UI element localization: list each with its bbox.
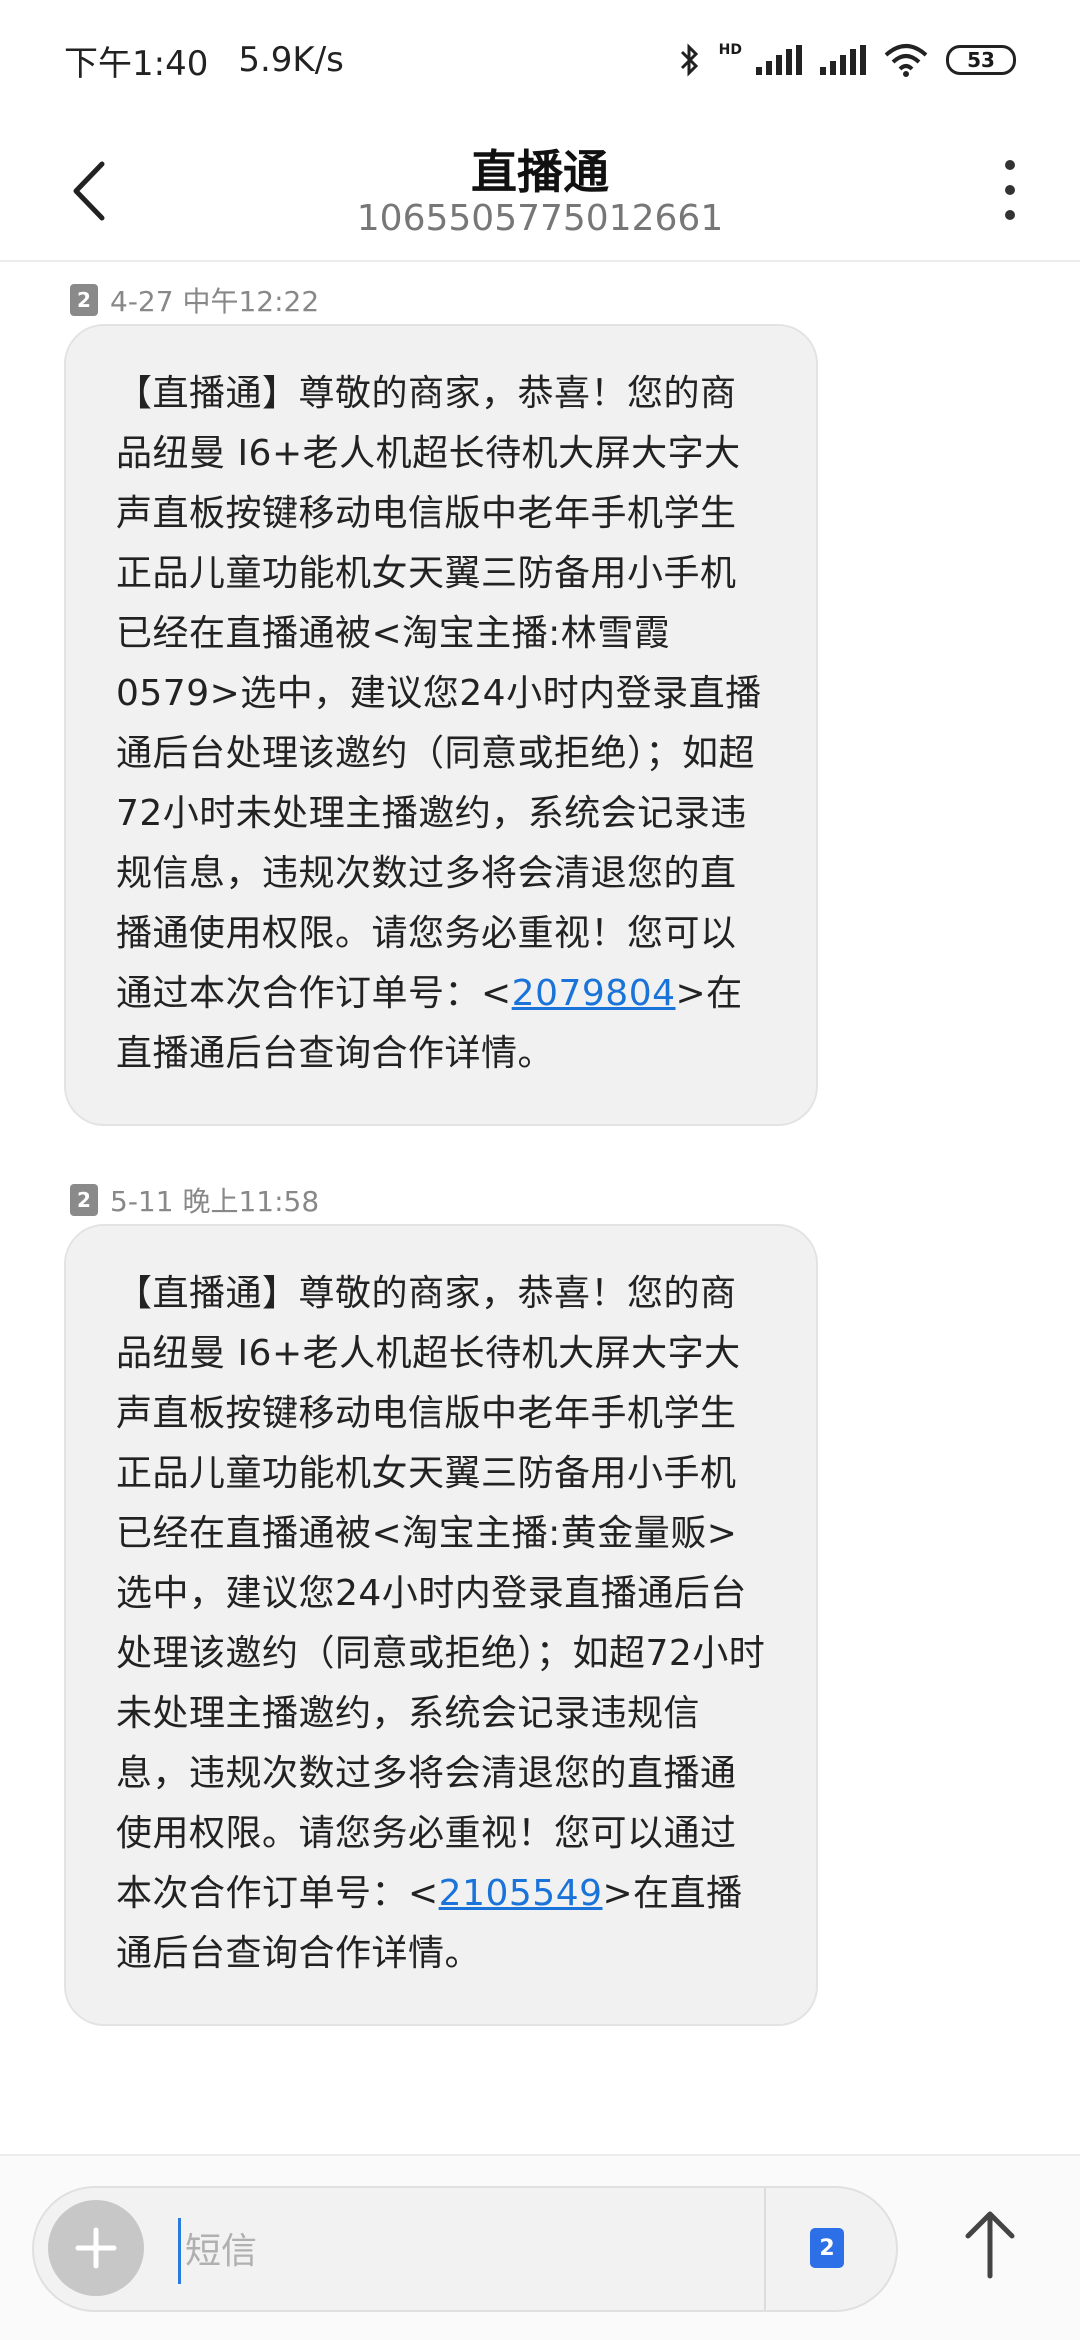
message-text: 【直播通】尊敬的商家，恭喜！您的商品纽曼 I6+老人机超长待机大屏大字大声直板按… bbox=[116, 1273, 766, 1914]
status-time: 下午1:40 bbox=[64, 43, 209, 84]
message-bubble[interactable]: 【直播通】尊敬的商家，恭喜！您的商品纽曼 I6+老人机超长待机大屏大字大声直板按… bbox=[64, 324, 818, 1126]
composer-bar: 2 bbox=[0, 2154, 1080, 2340]
bluetooth-icon bbox=[680, 43, 698, 77]
sms-input[interactable] bbox=[178, 2218, 778, 2284]
hd-label: HD bbox=[718, 42, 742, 58]
send-arrow-icon[interactable] bbox=[960, 2204, 1020, 2284]
message-meta: 2 4-27 中午12:22 bbox=[70, 280, 319, 320]
more-options-icon[interactable] bbox=[1000, 160, 1020, 220]
order-number-link[interactable]: 2079804 bbox=[512, 973, 676, 1014]
signal-icon-2 bbox=[820, 45, 866, 75]
contact-title: 直播通 bbox=[471, 145, 609, 199]
message-text: 【直播通】尊敬的商家，恭喜！您的商品纽曼 I6+老人机超长待机大屏大字大声直板按… bbox=[116, 373, 762, 1014]
wifi-icon bbox=[884, 44, 928, 77]
signal-icon-1 bbox=[756, 45, 802, 75]
plus-icon bbox=[75, 2227, 117, 2269]
message-bubble[interactable]: 【直播通】尊敬的商家，恭喜！您的商品纽曼 I6+老人机超长待机大屏大字大声直板按… bbox=[64, 1224, 818, 2026]
sim-badge: 2 bbox=[70, 284, 98, 316]
contact-number: 1065505775012661 bbox=[356, 198, 724, 239]
status-bar: 下午1:40 5.9K/s HD 53 bbox=[0, 0, 1080, 120]
sim-select-button[interactable]: 2 bbox=[810, 2228, 844, 2268]
battery-icon: 53 bbox=[946, 45, 1016, 75]
network-speed: 5.9K/s bbox=[238, 40, 344, 80]
composer-divider bbox=[764, 2188, 766, 2310]
message-timestamp: 4-27 中午12:22 bbox=[110, 285, 320, 318]
conversation-header: 直播通 1065505775012661 bbox=[0, 120, 1080, 262]
message-timestamp: 5-11 晚上11:58 bbox=[110, 1185, 320, 1218]
add-attachment-button[interactable] bbox=[48, 2200, 144, 2296]
battery-level: 53 bbox=[967, 48, 995, 72]
composer: 2 bbox=[32, 2186, 898, 2312]
sim-badge: 2 bbox=[70, 1184, 98, 1216]
order-number-link[interactable]: 2105549 bbox=[439, 1873, 603, 1914]
message-meta: 2 5-11 晚上11:58 bbox=[70, 1180, 319, 1220]
